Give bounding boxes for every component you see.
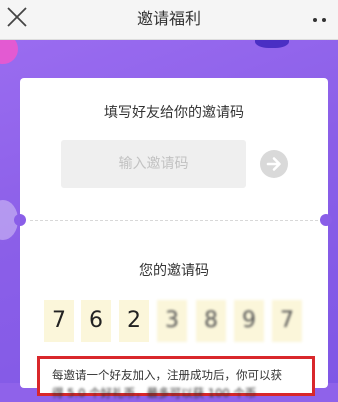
more-dots-icon: [313, 18, 317, 22]
card-notch: [320, 214, 332, 226]
reward-notice-line: 得 5.0 个好礼币，最多可以获 100 个币: [52, 386, 257, 400]
title-bar: 邀请福利: [0, 0, 338, 40]
page-title: 邀请福利: [136, 9, 201, 28]
code-digit: 3: [157, 300, 187, 342]
decoration-blob: [0, 40, 18, 64]
code-digit: 2: [119, 300, 149, 342]
my-code-label: 您的邀请码: [139, 263, 209, 279]
card-divider: [30, 220, 318, 221]
more-button[interactable]: [310, 9, 332, 29]
code-digit: 7: [44, 300, 74, 342]
reward-notice: 每邀请一个好友加入，注册成功后，你可以获 得 5.0 个好礼币，最多可以获 10…: [37, 356, 315, 400]
enter-code-label: 填写好友给你的邀请码: [104, 105, 244, 121]
card-notch: [14, 214, 26, 226]
invite-code-input[interactable]: [61, 140, 246, 188]
decoration-blob: [255, 40, 289, 48]
code-digit: 7: [272, 300, 302, 342]
arrow-right-circle-icon: [266, 157, 281, 171]
submit-code-button[interactable]: [260, 150, 288, 178]
code-digit: 6: [81, 300, 111, 342]
reward-notice-line: 每邀请一个好友加入，注册成功后，你可以获: [52, 368, 282, 382]
code-digit: 8: [196, 300, 226, 342]
code-digit: 9: [234, 300, 264, 342]
